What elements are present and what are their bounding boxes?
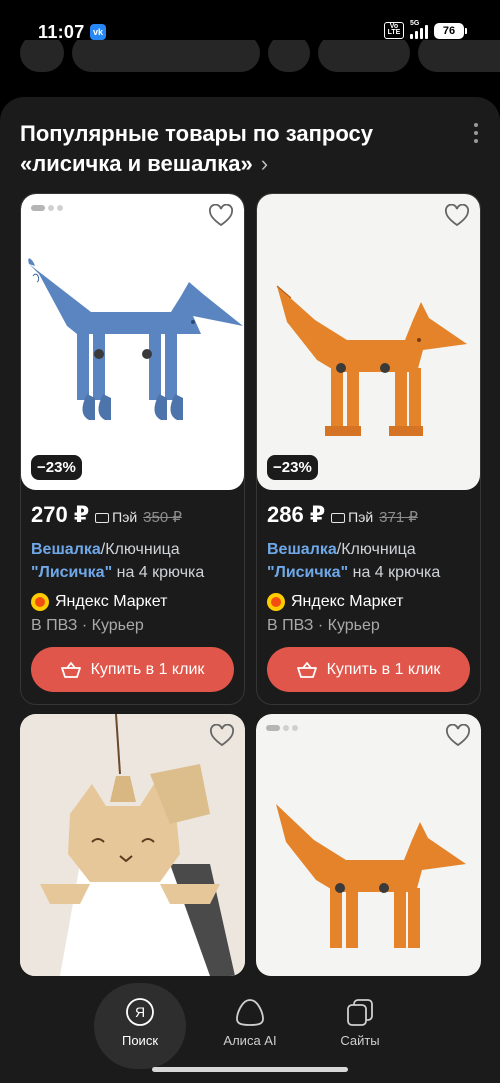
nav-search[interactable]: Я Поиск	[94, 983, 186, 1069]
system-icons: Vo LTE 5G 76	[384, 20, 467, 39]
svg-text:Я: Я	[135, 1004, 145, 1020]
alice-icon	[236, 999, 264, 1026]
seller: Яндекс Маркет	[21, 584, 244, 611]
basket-icon	[296, 661, 317, 678]
favorite-heart-icon[interactable]	[208, 204, 234, 228]
price: 270 ₽	[31, 502, 90, 527]
section-title[interactable]: Популярные товары по запросу «лисичка и …	[20, 119, 440, 179]
product-image[interactable]: −23%	[21, 194, 244, 490]
filter-chip[interactable]	[268, 40, 310, 72]
product-card[interactable]: −23% 270 ₽ Пэй 350 ₽ Вешалка/Ключница "Л…	[20, 193, 245, 705]
product-image[interactable]	[256, 714, 481, 976]
discount-badge: −23%	[31, 455, 82, 480]
old-price: 350 ₽	[143, 509, 182, 526]
signal-icon: 5G	[410, 20, 428, 39]
product-card[interactable]	[256, 714, 481, 1004]
volte-icon: Vo LTE	[384, 22, 404, 39]
popular-products-panel: Популярные товары по запросу «лисичка и …	[0, 97, 500, 1083]
fox-hanger-with-clothes-image	[20, 714, 245, 976]
battery-icon: 76	[434, 22, 467, 39]
buy-one-click-button[interactable]: Купить в 1 клик	[31, 647, 234, 692]
price-row: 286 ₽ Пэй 371 ₽	[257, 490, 480, 528]
image-pager	[31, 205, 63, 211]
home-indicator[interactable]	[152, 1067, 348, 1072]
yandex-market-icon	[267, 593, 285, 611]
favorite-heart-icon[interactable]	[209, 724, 235, 748]
product-image[interactable]: −23%	[257, 194, 480, 490]
filter-chip[interactable]	[318, 40, 410, 72]
product-card[interactable]: −23% 286 ₽ Пэй 371 ₽ Вешалка/Ключница "Л…	[256, 193, 481, 705]
delivery-options: В ПВЗ · Курьер	[31, 617, 144, 634]
fox-hanger-image	[276, 804, 466, 948]
basket-icon	[60, 661, 81, 678]
product-card[interactable]	[20, 714, 245, 1004]
price: 286 ₽	[267, 502, 326, 527]
nav-alice[interactable]: Алиса AI	[204, 983, 296, 1069]
product-title[interactable]: Вешалка/Ключница "Лисичка" на 4 крючка д…	[257, 528, 480, 584]
image-pager	[266, 725, 298, 731]
yandex-market-icon	[31, 593, 49, 611]
fox-hanger-image	[276, 285, 467, 436]
yandex-search-icon: Я	[126, 998, 154, 1026]
card-icon	[331, 513, 346, 523]
old-price: 371 ₽	[379, 509, 418, 526]
fox-hanger-image	[28, 258, 243, 420]
vk-notification-icon: vk	[90, 24, 106, 40]
pay-label: Пэй	[331, 509, 373, 525]
favorite-heart-icon[interactable]	[444, 204, 470, 228]
favorite-heart-icon[interactable]	[445, 724, 471, 748]
discount-badge: −23%	[267, 455, 318, 480]
filter-chip[interactable]	[418, 40, 500, 72]
filter-chip[interactable]	[72, 40, 260, 72]
nav-sites[interactable]: Сайты	[314, 983, 406, 1069]
delivery-options: В ПВЗ · Курьер	[267, 617, 380, 634]
product-title[interactable]: Вешалка/Ключница "Лисичка" на 4 крючка д…	[21, 528, 244, 584]
seller: Яндекс Маркет	[257, 584, 480, 611]
pay-label: Пэй	[95, 509, 137, 525]
sites-icon	[347, 999, 373, 1026]
filter-chip[interactable]	[20, 40, 64, 72]
more-options-icon[interactable]	[472, 123, 480, 143]
price-row: 270 ₽ Пэй 350 ₽	[21, 490, 244, 528]
buy-one-click-button[interactable]: Купить в 1 клик	[267, 647, 470, 692]
card-icon	[95, 513, 110, 523]
filter-chip-row	[0, 40, 500, 80]
product-image[interactable]	[20, 714, 245, 976]
chevron-right-icon: ›	[260, 151, 269, 176]
